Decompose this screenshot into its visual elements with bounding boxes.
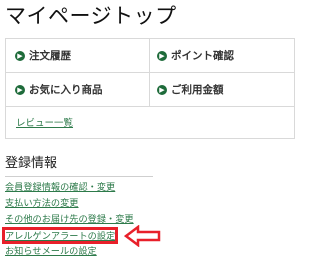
member-info-link[interactable]: 会員登録情報の確認・変更: [5, 182, 115, 194]
chevron-right-icon: ▶: [15, 50, 25, 61]
usage-amount-link[interactable]: ▶ ご利用金額: [150, 73, 294, 107]
favorites-link[interactable]: ▶ お気に入り商品: [6, 73, 150, 107]
payment-method-link[interactable]: 支払い方法の変更: [5, 198, 79, 210]
registration-section-title: 登録情報: [5, 156, 58, 171]
point-check-label: ポイント確認: [171, 50, 234, 62]
chevron-right-icon: ▶: [157, 84, 167, 95]
chevron-right-icon: ▶: [15, 84, 25, 95]
order-history-label: 注文履歴: [29, 50, 71, 62]
mypage-menu: ▶ 注文履歴 ▶ ポイント確認 ▶ お気に入り商品 ▶ ご利用金額 レビュー一覧: [5, 38, 295, 139]
point-check-link[interactable]: ▶ ポイント確認: [150, 39, 294, 73]
highlight-box: [2, 227, 118, 244]
favorites-label: お気に入り商品: [29, 84, 103, 96]
order-history-link[interactable]: ▶ 注文履歴: [6, 39, 150, 73]
chevron-right-icon: ▶: [157, 50, 167, 61]
left-arrow-icon: [124, 225, 161, 247]
other-address-link[interactable]: その他のお届け先の登録・変更: [5, 214, 134, 226]
usage-amount-label: ご利用金額: [171, 84, 224, 96]
section-divider: [5, 176, 153, 177]
review-list-link[interactable]: レビュー一覧: [16, 115, 73, 129]
notification-mail-link[interactable]: お知らせメールの設定: [5, 246, 97, 258]
page-title: マイページトップ: [5, 4, 177, 28]
